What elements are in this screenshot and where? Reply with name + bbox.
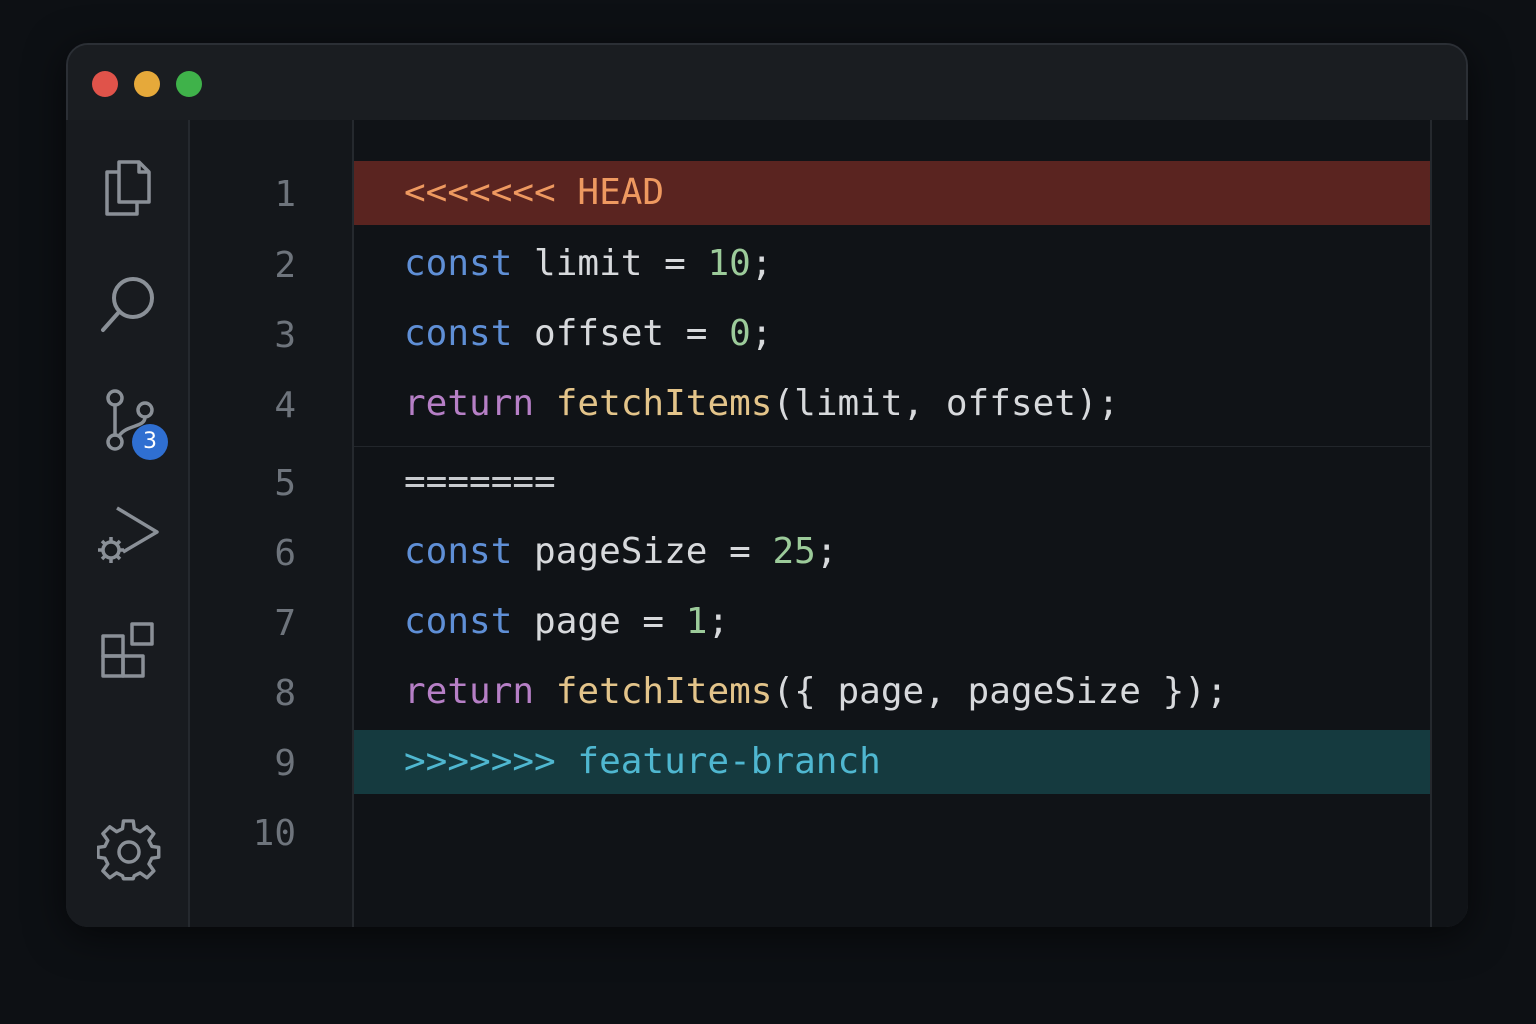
search-icon [101,277,154,332]
extensions-button[interactable] [97,620,161,684]
window-clip: 3 1 2 3 4 5 6 7 8 9 10 <<<<<<< HEAD cons… [66,43,1468,927]
files-icon [105,160,151,216]
line-number: 7 [274,603,296,644]
close-button[interactable] [92,71,118,97]
line-number: 5 [274,463,296,504]
line-number: 9 [274,743,296,784]
explorer-button[interactable] [97,156,161,220]
run-debug-icon [98,506,159,563]
title-bar [68,45,1466,122]
gear-icon [97,819,161,881]
settings-button[interactable] [97,818,161,882]
extensions-icon [101,622,154,678]
run-debug-button[interactable] [97,502,161,566]
line-number: 10 [252,813,296,854]
line-number: 6 [274,533,296,574]
line-number: 2 [274,245,296,286]
activity-bar: 3 [66,120,190,927]
minimize-button[interactable] [134,71,160,97]
line-number: 3 [274,315,296,356]
line-number: 1 [274,174,296,215]
line-number: 8 [274,673,296,714]
source-control-badge: 3 [132,424,168,460]
maximize-button[interactable] [176,71,202,97]
search-button[interactable] [97,272,161,336]
line-number: 4 [274,385,296,426]
line-number-gutter: 1 2 3 4 5 6 7 8 9 10 [190,120,354,927]
code-editor[interactable] [354,120,1468,927]
